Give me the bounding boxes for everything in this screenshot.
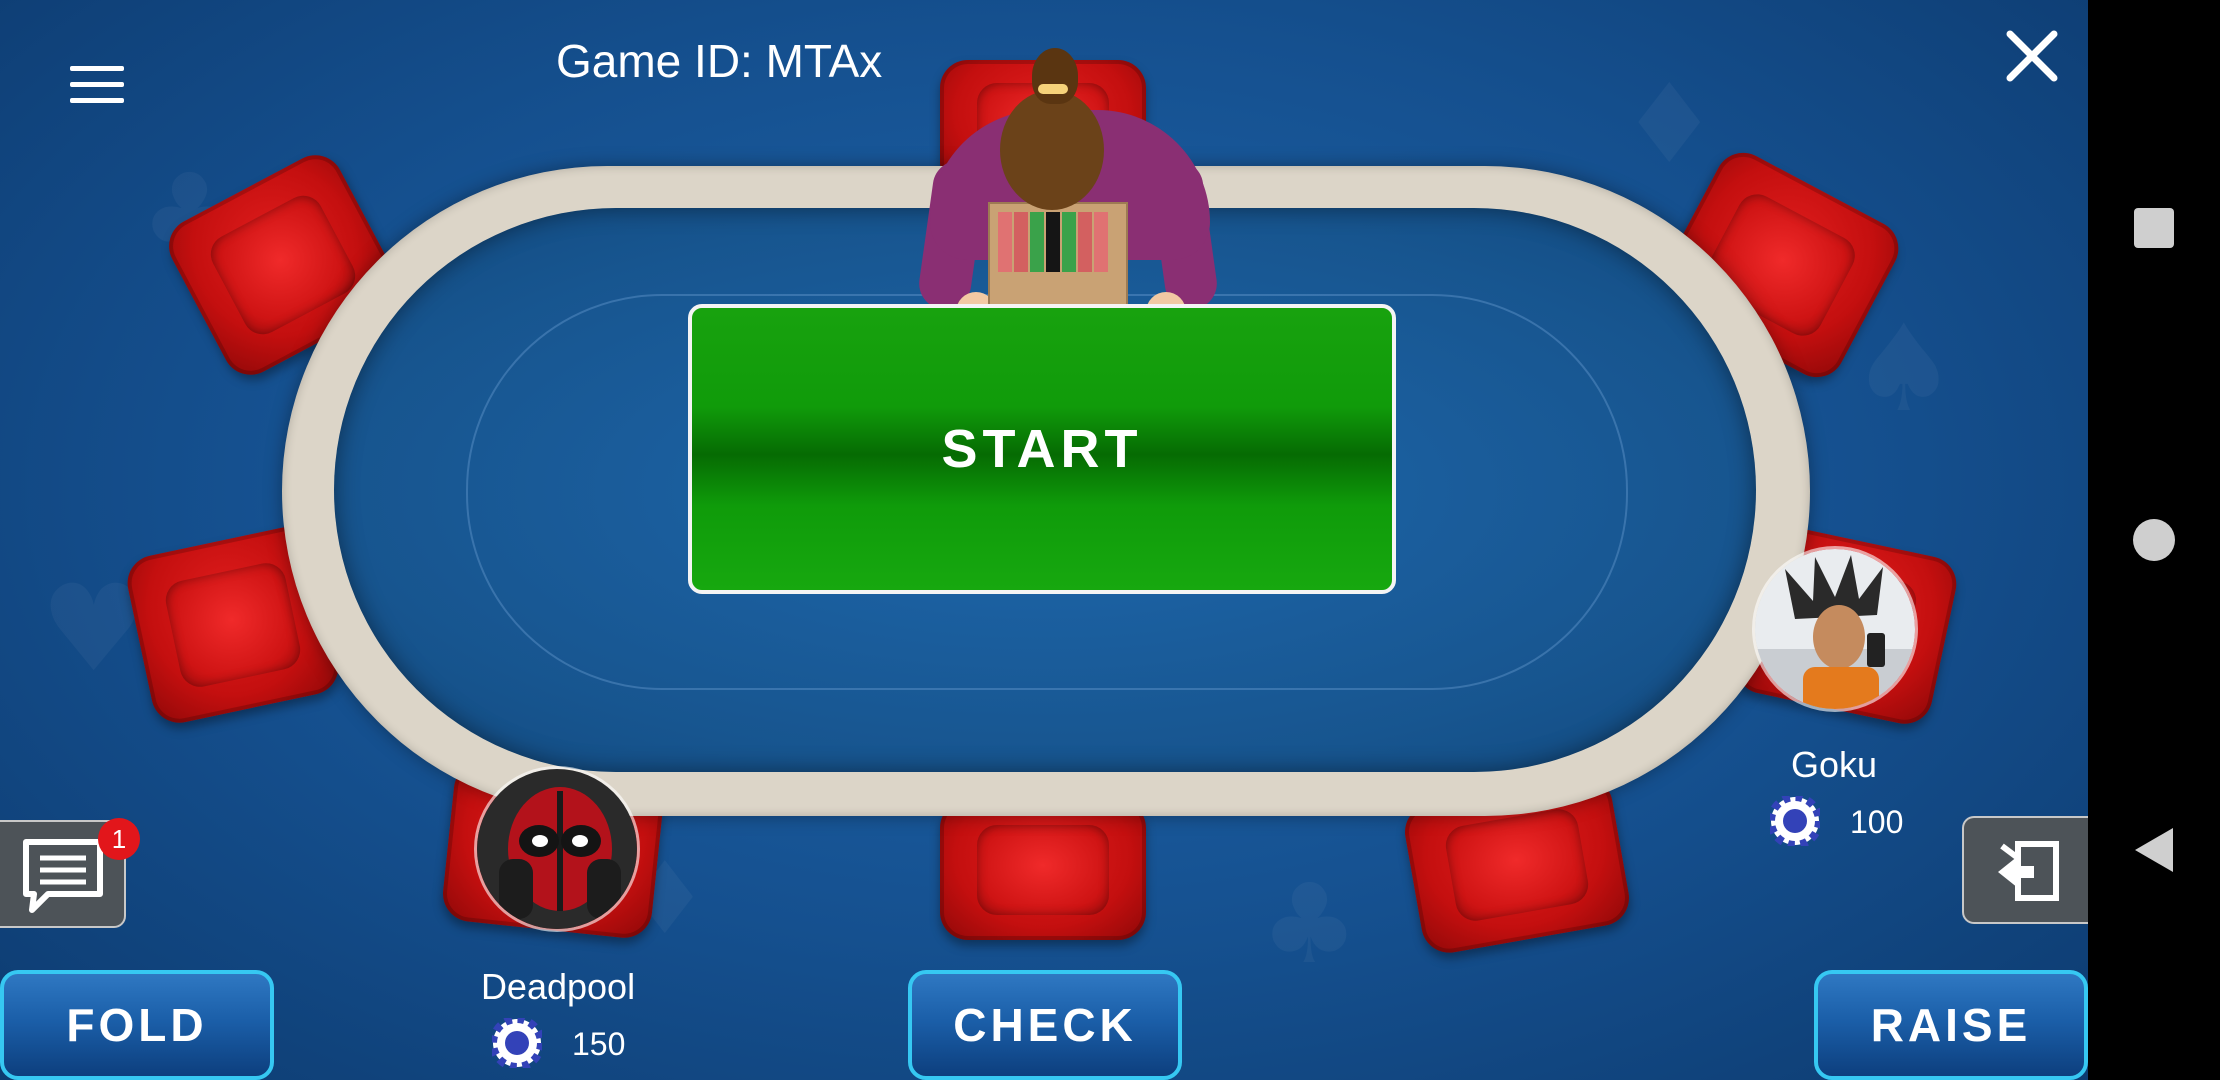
avatar-goku[interactable] <box>1752 546 1918 712</box>
recents-button[interactable] <box>2088 188 2220 268</box>
exit-seat-icon <box>1998 841 2059 901</box>
system-nav-bar <box>2088 0 2220 1080</box>
chat-unread-badge: 1 <box>98 818 140 860</box>
player-name: Deadpool <box>480 966 636 1007</box>
exit-seat-button[interactable] <box>1962 816 2088 924</box>
check-button[interactable]: CHECK <box>908 970 1182 1080</box>
chip-icon <box>1770 796 1820 846</box>
raise-label: RAISE <box>1870 999 2032 1051</box>
suit-pattern: ♠ <box>1850 300 1958 439</box>
seat[interactable] <box>940 800 1146 940</box>
back-icon <box>2135 828 2173 872</box>
suit-pattern: ♣ <box>1260 860 1359 988</box>
fold-label: FOLD <box>66 999 208 1051</box>
raise-button[interactable]: RAISE <box>1814 970 2088 1080</box>
avatar-deadpool[interactable] <box>474 766 640 932</box>
player-name: Goku <box>1790 744 1878 785</box>
game-id: Game ID: MTAx <box>556 35 883 87</box>
chip-count: 150 <box>572 1026 626 1062</box>
home-button[interactable] <box>2088 500 2220 580</box>
chip-icon <box>492 1018 542 1068</box>
chat-icon <box>23 839 103 913</box>
home-icon <box>2133 519 2175 561</box>
start-button[interactable]: START <box>688 304 1396 594</box>
recents-icon <box>2134 208 2174 248</box>
fold-button[interactable]: FOLD <box>0 970 274 1080</box>
dealer <box>915 40 1221 332</box>
close-icon[interactable] <box>2002 26 2062 86</box>
suit-pattern: ♦ <box>1620 60 1719 188</box>
game-screen: ♣ ♥ ♦ ♠ ♣ ♦ ♥ Game ID <box>0 0 2088 1080</box>
hamburger-icon[interactable] <box>70 66 124 104</box>
chip-count: 100 <box>1850 804 1904 840</box>
check-label: CHECK <box>953 999 1137 1051</box>
back-button[interactable] <box>2088 810 2220 890</box>
start-label: START <box>941 419 1143 479</box>
